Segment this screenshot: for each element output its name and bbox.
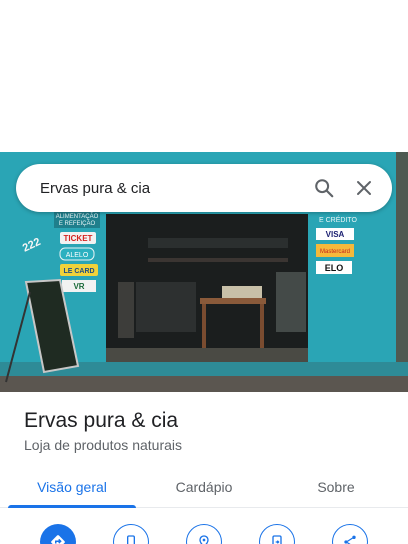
search-icon[interactable] xyxy=(304,168,344,208)
svg-text:VR: VR xyxy=(73,282,84,291)
tab-menu[interactable]: Cardápio xyxy=(144,466,264,507)
directions-button[interactable] xyxy=(40,524,76,544)
directions-icon xyxy=(51,535,65,544)
svg-text:VISA: VISA xyxy=(326,230,345,239)
svg-text:TICKET: TICKET xyxy=(64,234,93,243)
svg-text:ELO: ELO xyxy=(325,263,344,273)
search-input[interactable]: Ervas pura & cia xyxy=(16,180,304,197)
send-to-phone-icon xyxy=(272,535,282,544)
share-icon xyxy=(344,535,356,544)
svg-text:E CRÉDITO: E CRÉDITO xyxy=(319,215,358,224)
action-row xyxy=(0,524,408,544)
place-name: Ervas pura & cia xyxy=(24,409,179,432)
place-tabs: Visão geral Cardápio Sobre xyxy=(0,466,408,508)
nearby-icon xyxy=(199,535,209,544)
close-icon[interactable] xyxy=(344,168,384,208)
svg-text:ALIMENTAÇÃO: ALIMENTAÇÃO xyxy=(56,213,99,220)
send-to-phone-button[interactable] xyxy=(259,524,295,544)
svg-text:LE CARD: LE CARD xyxy=(63,268,94,275)
share-button[interactable] xyxy=(332,524,368,544)
tab-overview[interactable]: Visão geral xyxy=(0,466,144,508)
call-button[interactable] xyxy=(113,524,149,544)
nearby-button[interactable] xyxy=(186,524,222,544)
search-bar[interactable]: Ervas pura & cia xyxy=(16,164,392,212)
phone-icon xyxy=(127,535,135,544)
tab-about[interactable]: Sobre xyxy=(264,466,408,507)
svg-text:E REFEIÇÃO: E REFEIÇÃO xyxy=(59,220,96,227)
place-category: Loja de produtos naturais xyxy=(24,437,182,453)
svg-text:Mastercard: Mastercard xyxy=(320,249,350,255)
svg-text:ALELO: ALELO xyxy=(66,252,89,259)
top-blank-area xyxy=(0,0,408,152)
